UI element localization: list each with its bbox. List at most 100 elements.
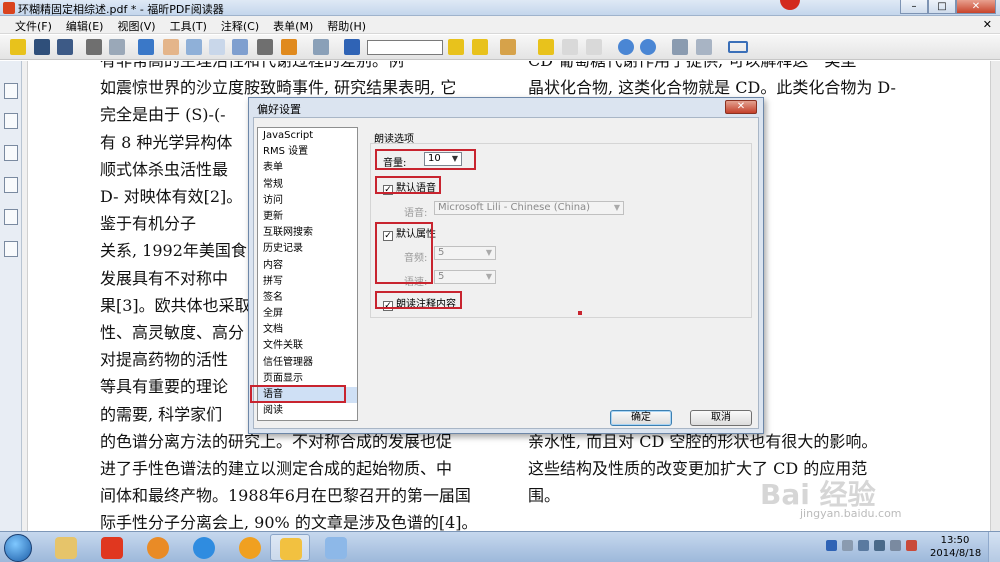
menu-help[interactable]: 帮助(H): [320, 16, 373, 33]
typewriter-icon[interactable]: [562, 39, 578, 55]
category-item[interactable]: 文档: [258, 322, 357, 338]
category-item[interactable]: 信任管理器: [258, 355, 357, 371]
email-icon[interactable]: [109, 39, 125, 55]
rate-select[interactable]: 5 ▼: [434, 270, 496, 284]
taskbar-app-browser[interactable]: [138, 534, 178, 561]
category-item[interactable]: 访问: [258, 193, 357, 209]
stamp-icon[interactable]: [281, 39, 297, 55]
clock-date: 2014/8/18: [930, 548, 982, 559]
menu-file[interactable]: 文件(F): [8, 16, 59, 33]
watermark-url: jingyan.baidu.com: [800, 507, 902, 520]
category-item[interactable]: 更新: [258, 209, 357, 225]
text-line: 围。: [528, 486, 561, 506]
pages-icon[interactable]: [4, 83, 18, 99]
signatures-icon[interactable]: [4, 241, 18, 257]
attachments-icon[interactable]: [4, 209, 18, 225]
record-indicator-icon: [780, 0, 800, 10]
snapshot-icon[interactable]: [232, 39, 248, 55]
erase-icon[interactable]: [696, 39, 712, 55]
textbox-icon[interactable]: [586, 39, 602, 55]
text-line: 这些结构及性质的改变更加扩大了 CD 的应用范: [528, 459, 868, 479]
taskbar-clock[interactable]: 13:50 2014/8/18: [930, 534, 982, 560]
save-as-icon[interactable]: [57, 39, 73, 55]
chevron-down-icon: ▼: [485, 248, 492, 257]
chevron-down-icon: ▼: [485, 272, 492, 281]
menu-tools[interactable]: 工具(T): [163, 16, 214, 33]
window-title: 环糊精固定相综述.pdf * - 福昕PDF阅读器: [18, 3, 224, 16]
highlight-default-attributes: [375, 222, 433, 284]
ok-button[interactable]: 确定: [610, 410, 672, 426]
start-button[interactable]: [4, 534, 32, 562]
category-item[interactable]: 文件关联: [258, 338, 357, 354]
taskbar-app-qq[interactable]: [184, 534, 224, 561]
print-icon[interactable]: [86, 39, 102, 55]
close-window-button[interactable]: ✕: [956, 0, 996, 14]
dialog-close-button[interactable]: ✕: [725, 100, 757, 114]
category-item[interactable]: 表单: [258, 160, 357, 176]
volume-tray-icon[interactable]: [890, 540, 901, 551]
category-item[interactable]: RMS 设置: [258, 144, 357, 160]
show-desktop-button[interactable]: [988, 532, 1000, 562]
menu-edit[interactable]: 编辑(E): [59, 16, 111, 33]
comments-icon[interactable]: [4, 177, 18, 193]
pointer-icon[interactable]: [209, 39, 225, 55]
category-item[interactable]: 签名: [258, 290, 357, 306]
category-item[interactable]: 拼写: [258, 274, 357, 290]
text-line: 有非常高的生理活性和代谢过程的差别。例: [100, 61, 500, 74]
text-line: 进了手性色谱法的建立以测定合成的起始物质、中: [100, 459, 453, 479]
category-item[interactable]: 互联网搜索: [258, 225, 357, 241]
voice-value: Microsoft Lili - Chinese (China): [438, 202, 591, 213]
category-item[interactable]: 常规: [258, 177, 357, 193]
bookmarks-icon[interactable]: [4, 113, 18, 129]
category-item[interactable]: 内容: [258, 258, 357, 274]
flag-tray-icon[interactable]: [858, 540, 869, 551]
tools-dropdown-icon[interactable]: [500, 39, 516, 55]
hand-tool-icon[interactable]: [163, 39, 179, 55]
category-item[interactable]: JavaScript: [258, 128, 357, 144]
pitch-value: 5: [438, 247, 445, 258]
find-icon[interactable]: [344, 39, 360, 55]
weibo-icon: [239, 537, 261, 559]
help-tray-icon[interactable]: [842, 540, 853, 551]
antivirus-tray-icon[interactable]: [906, 540, 917, 551]
maximize-button[interactable]: □: [928, 0, 956, 14]
minimize-button[interactable]: –: [900, 0, 928, 14]
category-item[interactable]: 历史记录: [258, 241, 357, 257]
find-prev-icon[interactable]: [448, 39, 464, 55]
taskbar-app-k[interactable]: [92, 534, 132, 561]
category-item[interactable]: 全屏: [258, 306, 357, 322]
select-text-icon[interactable]: [186, 39, 202, 55]
cancel-button[interactable]: 取消: [690, 410, 752, 426]
save-icon[interactable]: [34, 39, 50, 55]
layers-icon[interactable]: [4, 145, 18, 161]
signal-tray-icon[interactable]: [874, 540, 885, 551]
taskbar-app-foxit[interactable]: [270, 534, 310, 561]
zoom-out-icon[interactable]: [618, 39, 634, 55]
clock-time: 13:50: [940, 535, 970, 546]
text-tool-icon[interactable]: [538, 39, 554, 55]
pitch-select[interactable]: 5 ▼: [434, 246, 496, 260]
menu-close-button[interactable]: ✕: [975, 16, 1000, 33]
find-next-icon[interactable]: [472, 39, 488, 55]
screen-icon[interactable]: [138, 39, 154, 55]
pen-icon[interactable]: [313, 39, 329, 55]
find-input[interactable]: [367, 40, 443, 55]
camera-icon[interactable]: [257, 39, 273, 55]
network-tray-icon[interactable]: [826, 540, 837, 551]
taskbar: 13:50 2014/8/18: [0, 531, 1000, 562]
menu-comments[interactable]: 注释(C): [214, 16, 266, 33]
open-icon[interactable]: [10, 39, 26, 55]
taskbar-app-paint[interactable]: [316, 534, 356, 561]
taskbar-app-weibo[interactable]: [230, 534, 270, 561]
voice-select[interactable]: Microsoft Lili - Chinese (China) ▼: [434, 201, 624, 215]
fill-icon[interactable]: [672, 39, 688, 55]
dialog-body: JavaScript RMS 设置 表单 常规 访问 更新 互联网搜索 历史记录…: [253, 117, 759, 429]
zoom-in-icon[interactable]: [640, 39, 656, 55]
menu-view[interactable]: 视图(V): [110, 16, 162, 33]
foxit-reader-icon: [280, 538, 302, 560]
vertical-scrollbar[interactable]: [990, 61, 1000, 531]
menu-forms[interactable]: 表单(M): [266, 16, 320, 33]
taskbar-app-explorer[interactable]: [46, 534, 86, 561]
rectangle-icon[interactable]: [728, 41, 748, 53]
category-item[interactable]: 阅读: [258, 403, 357, 419]
